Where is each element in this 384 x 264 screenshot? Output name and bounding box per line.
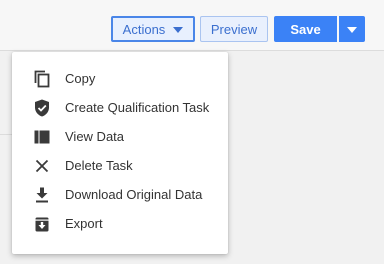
menu-item-label: Copy [65, 71, 96, 86]
caret-down-icon [173, 26, 184, 33]
menu-item-label: Download Original Data [65, 187, 203, 202]
menu-item-delete-task[interactable]: Delete Task [12, 151, 228, 180]
save-options-button[interactable] [339, 16, 365, 42]
save-button[interactable]: Save [274, 16, 337, 42]
close-icon [33, 157, 51, 175]
caret-down-icon [347, 26, 357, 33]
menu-item-create-qualification-task[interactable]: Create Qualification Task [12, 93, 228, 122]
menu-item-copy[interactable]: Copy [12, 64, 228, 93]
copy-icon [33, 70, 51, 88]
actions-menu: Copy Create Qualification Task View Data [12, 52, 228, 254]
preview-button-label: Preview [210, 21, 258, 37]
export-icon [33, 215, 51, 233]
view-data-icon [33, 128, 51, 146]
menu-item-label: Create Qualification Task [65, 100, 210, 115]
actions-button[interactable]: Actions [111, 16, 195, 42]
menu-item-view-data[interactable]: View Data [12, 122, 228, 151]
save-button-label: Save [290, 21, 321, 37]
preview-button[interactable]: Preview [200, 16, 268, 42]
menu-item-label: Export [65, 216, 103, 231]
menu-item-label: Delete Task [65, 158, 133, 173]
shield-check-icon [33, 99, 51, 117]
actions-button-label: Actions [122, 21, 166, 37]
menu-item-label: View Data [65, 129, 125, 144]
menu-item-export[interactable]: Export [12, 209, 228, 238]
menu-item-download-original-data[interactable]: Download Original Data [12, 180, 228, 209]
toolbar: Actions Preview Save [0, 0, 384, 51]
divider [0, 134, 12, 135]
download-icon [33, 186, 51, 204]
